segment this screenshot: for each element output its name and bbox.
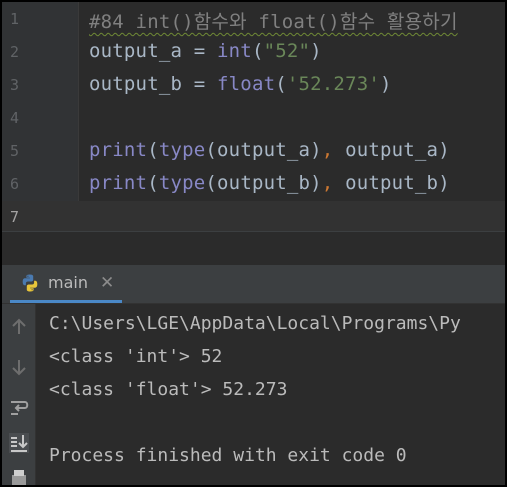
run-tool-window-header: main ✕ — [2, 265, 505, 304]
code-line[interactable]: 7 — [2, 201, 505, 234]
console-toolbar — [2, 304, 35, 485]
code-token: , — [321, 139, 334, 161]
line-number: 4 — [10, 109, 20, 127]
run-console-output[interactable]: C:\Users\LGE\AppData\Local\Programs\Py <… — [36, 304, 505, 485]
line-number: 5 — [10, 142, 20, 160]
console-line: <class 'float'> 52.273 — [49, 379, 288, 400]
code-token: print — [89, 172, 148, 194]
code-token: type — [158, 172, 206, 194]
code-line[interactable]: 5 print(type(output_a), output_a) — [2, 135, 505, 168]
line-number: 1 — [10, 10, 20, 28]
code-token: float — [217, 73, 276, 95]
code-line[interactable]: 4 — [2, 102, 505, 135]
scroll-to-end-icon[interactable] — [8, 432, 30, 454]
code-token: ( — [251, 40, 264, 62]
line-number: 6 — [10, 175, 20, 193]
editor-bottom-area — [2, 231, 505, 266]
code-token: #84 int()함수와 float()함수 활용하기 — [89, 11, 458, 33]
code-token: "52" — [263, 40, 311, 62]
close-icon[interactable]: ✕ — [100, 273, 114, 293]
console-line: C:\Users\LGE\AppData\Local\Programs\Py — [49, 313, 461, 334]
up-arrow-icon[interactable] — [8, 316, 30, 338]
down-arrow-icon[interactable] — [8, 356, 30, 378]
code-token: ) — [310, 40, 322, 62]
print-icon[interactable] — [8, 467, 30, 485]
ide-window: 1 #84 int()함수와 float()함수 활용하기 2 output_a = … — [2, 2, 505, 485]
code-token: output_b = — [89, 73, 218, 95]
soft-wrap-icon[interactable] — [8, 396, 30, 418]
code-text: #84 int()함수와 float()함수 활용하기 — [89, 7, 458, 34]
code-token: output_a = — [89, 40, 218, 62]
code-token: (output_a) — [205, 139, 322, 161]
code-text: output_b = float('52.273') — [89, 73, 392, 95]
code-token: (output_b) — [205, 172, 322, 194]
code-text: print(type(output_b), output_b) — [89, 172, 450, 194]
code-line[interactable]: 6 print(type(output_b), output_b) — [2, 168, 505, 201]
code-token: ( — [147, 172, 159, 194]
code-text: output_a = int("52") — [89, 40, 322, 62]
line-number: 2 — [10, 43, 20, 61]
code-text: print(type(output_a), output_a) — [89, 139, 450, 161]
code-token: ) — [380, 73, 392, 95]
process-exit-line: Process finished with exit code 0 — [49, 445, 407, 466]
console-line: <class 'int'> 52 — [49, 346, 223, 367]
run-tab-label: main — [48, 273, 88, 292]
code-token: int — [217, 40, 252, 62]
run-tab-main[interactable]: main ✕ — [10, 265, 123, 303]
code-line[interactable]: 3 output_b = float('52.273') — [2, 69, 505, 102]
code-token: type — [158, 139, 206, 161]
line-number: 7 — [10, 208, 20, 226]
code-line[interactable]: 2 output_a = int("52") — [2, 36, 505, 69]
code-editor[interactable]: 1 #84 int()함수와 float()함수 활용하기 2 output_a = … — [2, 2, 505, 234]
code-token: ( — [275, 73, 287, 95]
code-token: output_b) — [333, 172, 450, 194]
code-token: , — [321, 172, 334, 194]
line-number: 3 — [10, 76, 20, 94]
code-token: print — [89, 139, 148, 161]
code-token: output_a) — [333, 139, 450, 161]
code-token: '52.273' — [286, 73, 380, 95]
python-icon — [22, 274, 38, 291]
code-line[interactable]: 1 #84 int()함수와 float()함수 활용하기 — [2, 3, 505, 36]
code-token: ( — [147, 139, 159, 161]
